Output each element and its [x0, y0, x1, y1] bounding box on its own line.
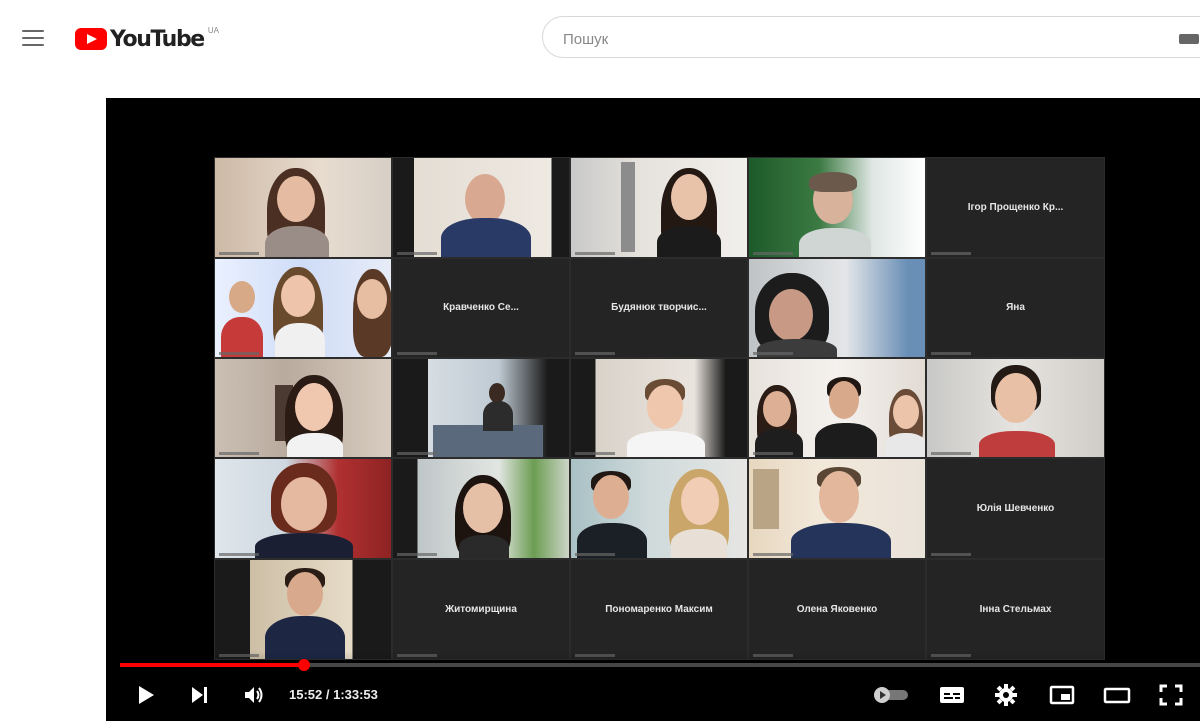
- masthead: YouTube UA: [0, 0, 1200, 80]
- participant-name: Будянюк творчис...: [611, 302, 707, 314]
- video-player[interactable]: Ігор Прощенко Кр... Кравченко Се... Будя…: [106, 98, 1200, 721]
- search-box[interactable]: [542, 16, 1200, 58]
- miniplayer-button[interactable]: [1048, 683, 1076, 707]
- participant-tile: [214, 458, 392, 559]
- youtube-logo[interactable]: YouTube UA: [75, 24, 219, 54]
- time-display: 15:52 / 1:33:53: [289, 687, 378, 702]
- progress-played: [120, 663, 304, 667]
- participant-tile: [392, 458, 570, 559]
- subtitles-icon: [940, 687, 964, 703]
- participant-tile: Юлія Шевченко: [926, 458, 1105, 559]
- gear-icon: [995, 684, 1017, 706]
- hamburger-icon[interactable]: [22, 28, 46, 48]
- participant-tile: Яна: [926, 258, 1105, 358]
- theater-mode-icon: [1103, 687, 1131, 704]
- logo-region: UA: [207, 26, 219, 35]
- participant-name: Пономаренко Максим: [605, 603, 713, 615]
- participant-tile: Пономаренко Максим: [570, 559, 748, 660]
- participant-tile: [214, 358, 392, 458]
- participant-tile: Житомирщина: [392, 559, 570, 660]
- participant-name: Олена Яковенко: [796, 603, 878, 615]
- participant-tile: Будянюк творчис...: [570, 258, 748, 358]
- participant-name: Юлія Шевченко: [976, 502, 1055, 514]
- participant-tile: Олена Яковенко: [748, 559, 926, 660]
- video-conference-grid: Ігор Прощенко Кр... Кравченко Се... Будя…: [214, 157, 1105, 660]
- participant-tile: Ігор Прощенко Кр...: [926, 157, 1105, 258]
- participant-tile: [392, 358, 570, 458]
- participant-tile: [570, 458, 748, 559]
- participant-tile: Кравченко Се...: [392, 258, 570, 358]
- fullscreen-icon: [1159, 684, 1183, 706]
- keyboard-icon[interactable]: [1179, 34, 1199, 44]
- youtube-play-logo-icon: [75, 28, 107, 50]
- participant-tile: [570, 157, 748, 258]
- miniplayer-icon: [1049, 685, 1075, 705]
- participant-tile: Інна Стельмах: [926, 559, 1105, 660]
- progress-scrubber[interactable]: [297, 659, 310, 671]
- volume-icon: [245, 687, 263, 703]
- search-input[interactable]: [561, 27, 1125, 51]
- participant-tile: [926, 358, 1105, 458]
- next-icon: [192, 687, 207, 703]
- participant-tile: [748, 157, 926, 258]
- controls-gradient: [106, 651, 1200, 721]
- settings-button[interactable]: [994, 683, 1018, 707]
- next-button[interactable]: [188, 683, 212, 707]
- participant-tile: [570, 358, 748, 458]
- participant-name: Житомирщина: [445, 603, 517, 615]
- participant-tile: [748, 458, 926, 559]
- participant-name: Кравченко Се...: [443, 302, 519, 314]
- participant-tile: [214, 559, 392, 660]
- participant-tile: [392, 157, 570, 258]
- volume-button[interactable]: [242, 683, 266, 707]
- progress-bar[interactable]: [120, 663, 1200, 667]
- theater-mode-button[interactable]: [1102, 683, 1132, 707]
- participant-name: Яна: [1006, 302, 1025, 314]
- play-icon: [139, 686, 154, 704]
- participant-tile: [214, 258, 392, 358]
- fullscreen-button[interactable]: [1158, 683, 1184, 707]
- participant-name: Ігор Прощенко Кр...: [967, 201, 1064, 213]
- autoplay-toggle-icon: [874, 687, 908, 703]
- participant-tile: [214, 157, 392, 258]
- participant-name: Інна Стельмах: [979, 603, 1052, 615]
- participant-tile: [748, 358, 926, 458]
- subtitles-button[interactable]: [938, 683, 966, 707]
- logo-text: YouTube: [110, 26, 205, 52]
- play-button[interactable]: [134, 683, 158, 707]
- participant-tile: [748, 258, 926, 358]
- autoplay-toggle[interactable]: [872, 683, 910, 707]
